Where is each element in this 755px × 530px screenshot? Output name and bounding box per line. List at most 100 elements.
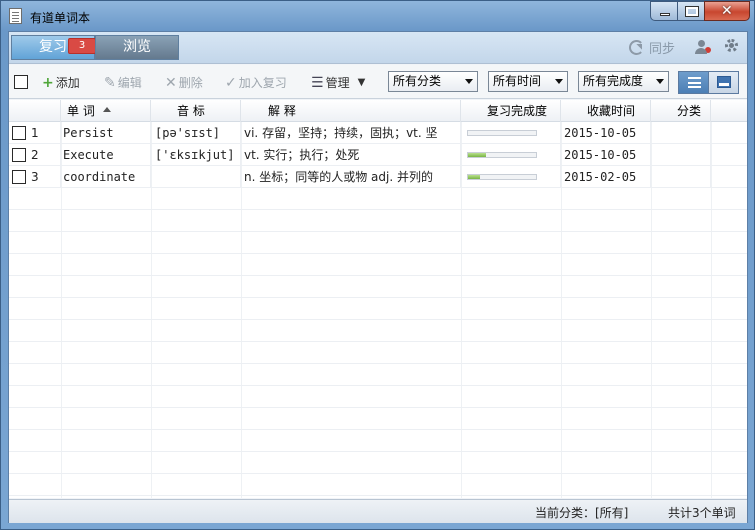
chevron-down-icon (555, 79, 563, 88)
empty-row (9, 254, 747, 276)
empty-row (9, 408, 747, 430)
current-category-status: 当前分类：[所有] (535, 506, 629, 520)
table-row[interactable]: 1 Persist [pə'sɪst] vi. 存留，坚持；持续，固执；vt. 坚 20… (9, 122, 747, 144)
progress-bar (467, 174, 537, 180)
app-window: 有道单词本 ✕ 复习 3 浏览 同步 + 添加 ✎ 编辑 ✕ 删除 ✓ 加入复习… (0, 0, 755, 530)
row-time: 2015-10-05 (561, 122, 651, 144)
main-panel: 复习 3 浏览 同步 + 添加 ✎ 编辑 ✕ 删除 ✓ 加入复习 ☰ 管理 ▼ … (8, 31, 748, 523)
menu-icon: ☰ (311, 74, 324, 91)
row-index: 1 (31, 122, 61, 144)
add-review-label: 加入复习 (238, 76, 287, 90)
empty-row (9, 320, 747, 342)
add-review-button[interactable]: ✓ 加入复习 (225, 74, 287, 91)
row-index: 3 (31, 166, 61, 188)
header-category[interactable]: 分类 (651, 100, 711, 122)
table-row[interactable]: 2 Execute ['ɛksɪkjut] vt. 实行；执行；处死 2015-10-0… (9, 144, 747, 166)
gear-icon[interactable] (725, 39, 738, 52)
user-status-dot (705, 47, 711, 53)
row-phonetic: [pə'sɪst] (151, 122, 241, 144)
refresh-icon (629, 40, 644, 55)
header-time[interactable]: 收藏时间 (561, 100, 651, 122)
row-phonetic (151, 166, 241, 188)
add-label: 添加 (55, 76, 80, 90)
list-icon (688, 77, 701, 88)
delete-icon: ✕ (165, 74, 177, 91)
chevron-down-icon (656, 79, 664, 88)
empty-row (9, 298, 747, 320)
edit-button[interactable]: ✎ 编辑 (104, 74, 142, 91)
row-time: 2015-10-05 (561, 144, 651, 166)
completion-select-value: 所有完成度 (583, 74, 644, 88)
chevron-down-icon (465, 79, 473, 88)
completion-select[interactable]: 所有完成度 (578, 71, 669, 92)
delete-button[interactable]: ✕ 删除 (165, 74, 203, 91)
category-select[interactable]: 所有分类 (388, 71, 478, 92)
row-definition: vi. 存留，坚持；持续，固执；vt. 坚 (241, 122, 461, 144)
row-progress (461, 144, 561, 166)
progress-bar (467, 152, 537, 158)
check-icon: ✓ (225, 74, 237, 91)
empty-row (9, 474, 747, 496)
review-count-badge: 3 (68, 38, 96, 54)
close-icon: ✕ (721, 3, 733, 19)
row-time: 2015-02-05 (561, 166, 651, 188)
toolbar: + 添加 ✎ 编辑 ✕ 删除 ✓ 加入复习 ☰ 管理 ▼ 所有分类 所有时间 所… (9, 65, 747, 99)
row-checkbox[interactable] (12, 170, 26, 184)
row-definition: vt. 实行；执行；处死 (241, 144, 461, 166)
empty-row (9, 276, 747, 298)
category-select-value: 所有分类 (393, 74, 442, 88)
tab-review-label: 复习 (39, 39, 67, 55)
row-category (651, 122, 711, 144)
tab-review[interactable]: 复习 3 (11, 35, 96, 60)
card-icon (717, 76, 731, 88)
header-select (9, 100, 61, 122)
header-progress[interactable]: 复习完成度 (461, 100, 561, 122)
header-phonetic[interactable]: 音 标 (151, 100, 241, 122)
delete-label: 删除 (178, 76, 203, 90)
list-view-button[interactable] (678, 71, 709, 94)
header-word-label: 单 词 (67, 104, 95, 118)
empty-row (9, 188, 747, 210)
row-category (651, 166, 711, 188)
progress-bar-fill (468, 153, 487, 157)
word-count-status: 共计3个单词 (668, 506, 736, 520)
window-title: 有道单词本 (30, 11, 91, 25)
word-table: 单 词 音 标 解 释 复习完成度 收藏时间 分类 1 Persist [pə'sɪ… (9, 100, 747, 498)
row-progress (461, 166, 561, 188)
minimize-icon (660, 13, 670, 16)
time-select-value: 所有时间 (493, 74, 542, 88)
empty-row (9, 232, 747, 254)
empty-row (9, 386, 747, 408)
tab-browse[interactable]: 浏览 (95, 35, 179, 60)
window-controls: ✕ (650, 1, 750, 21)
close-button[interactable]: ✕ (704, 1, 750, 21)
row-category (651, 144, 711, 166)
empty-row (9, 364, 747, 386)
time-select[interactable]: 所有时间 (488, 71, 568, 92)
add-button[interactable]: + 添加 (42, 74, 80, 91)
edit-label: 编辑 (117, 76, 142, 90)
row-checkbox[interactable] (12, 148, 26, 162)
row-progress (461, 122, 561, 144)
row-checkbox[interactable] (12, 126, 26, 140)
table-header: 单 词 音 标 解 释 复习完成度 收藏时间 分类 (9, 100, 747, 122)
row-word: coordinate (61, 166, 151, 188)
row-definition: n. 坐标；同等的人或物 adj. 并列的 (241, 166, 461, 188)
minimize-button[interactable] (650, 1, 678, 21)
progress-bar (467, 130, 537, 136)
header-definition[interactable]: 解 释 (241, 100, 461, 122)
table-row[interactable]: 3 coordinate n. 坐标；同等的人或物 adj. 并列的 2015-02-… (9, 166, 747, 188)
empty-row (9, 342, 747, 364)
title-bar[interactable]: 有道单词本 ✕ (1, 1, 754, 31)
sort-ascending-icon (102, 103, 111, 112)
header-word[interactable]: 单 词 (61, 100, 151, 122)
manage-button[interactable]: ☰ 管理 ▼ (311, 74, 365, 91)
chevron-down-icon[interactable]: ▼ (358, 77, 366, 88)
empty-row (9, 430, 747, 452)
tab-browse-label: 浏览 (123, 39, 151, 55)
select-all-checkbox[interactable] (14, 75, 28, 89)
maximize-button[interactable] (677, 1, 705, 21)
sync-button[interactable]: 同步 (629, 38, 675, 57)
user-icon[interactable] (695, 40, 711, 54)
card-view-button[interactable] (708, 71, 739, 94)
